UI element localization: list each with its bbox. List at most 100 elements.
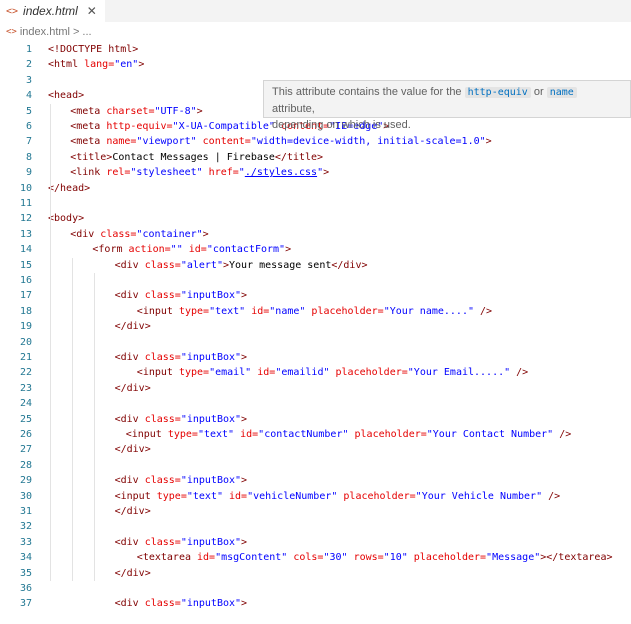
breadcrumb-more[interactable]: ...: [82, 26, 91, 38]
code-line[interactable]: 13 <div class="container">: [0, 227, 631, 242]
indent-guide: [94, 273, 95, 581]
code-line[interactable]: 14 <form action="" id="contactForm">: [0, 242, 631, 257]
tooltip-keyword: http-equiv: [464, 87, 531, 98]
code-token: placeholder=: [407, 552, 487, 564]
code-token: class=: [144, 352, 181, 363]
code-token: type=: [178, 367, 210, 379]
code-token: rows=: [347, 552, 384, 564]
code-token: "width=device-width, initial-scale=1.0": [250, 136, 486, 148]
code-token: >: [241, 352, 248, 363]
tooltip-line-1: This attribute contains the value for th…: [272, 84, 622, 117]
line-number: 24: [19, 398, 32, 410]
code-line[interactable]: 10 </head>: [0, 181, 631, 196]
line-number: 5: [25, 105, 32, 117]
code-token: class=: [100, 228, 137, 240]
tab-index-html[interactable]: <> index.html ✕: [0, 0, 105, 22]
code-token: id=: [234, 429, 259, 440]
code-token: charset=: [106, 105, 155, 117]
code-token: id=: [245, 305, 270, 317]
code-token: ./styles.css: [244, 167, 318, 179]
code-token: id=: [222, 490, 248, 502]
breadcrumb-file[interactable]: index.html: [20, 26, 70, 38]
html-file-icon: <>: [6, 5, 19, 17]
code-token: "contactNumber": [258, 429, 349, 440]
code-token: action=: [128, 244, 171, 256]
code-text: <div class="inputBox">: [115, 350, 247, 365]
code-token: "inputBox": [180, 598, 242, 610]
code-text: </div>: [115, 566, 151, 581]
line-number: 27: [19, 444, 32, 456]
code-token: <html: [48, 59, 85, 71]
code-token: type=: [167, 429, 198, 440]
code-line[interactable]: 37 <div class="inputBox">: [0, 596, 631, 611]
code-token: />: [510, 367, 529, 379]
code-token: id=: [251, 367, 276, 379]
code-token: "30": [323, 552, 348, 564]
code-token: <input: [114, 490, 157, 502]
code-text: <html lang="en">: [48, 57, 144, 72]
code-token: />: [553, 429, 572, 440]
code-token: <input: [136, 367, 179, 379]
line-number: 14: [19, 244, 32, 256]
code-text: <div class="inputBox">: [115, 535, 247, 550]
code-text: <form action="" id="contactForm">: [92, 242, 291, 257]
line-number: 2: [25, 59, 32, 71]
line-number: 25: [19, 413, 32, 425]
code-token: "Your Contact Number": [426, 429, 554, 440]
code-line[interactable]: 36: [0, 581, 631, 596]
code-token: <input: [136, 305, 179, 317]
code-token: type=: [178, 305, 210, 317]
code-token: <input: [125, 429, 168, 440]
code-token: "email": [209, 367, 252, 379]
line-number: 11: [19, 198, 32, 209]
code-text: <link rel="stylesheet" href="./styles.cs…: [70, 165, 329, 180]
code-token: <div: [114, 475, 145, 487]
line-number: 20: [19, 336, 32, 348]
code-token: </title>: [274, 151, 324, 163]
code-token: "10": [383, 552, 408, 564]
code-token: <meta: [70, 121, 107, 132]
line-number: 13: [19, 228, 32, 240]
code-token: "en": [114, 59, 139, 71]
code-token: class=: [144, 598, 181, 610]
code-line[interactable]: 1 <!DOCTYPE html>: [0, 42, 631, 57]
code-token: >: [196, 105, 203, 117]
code-text: <input type="text" id="vehicleNumber" pl…: [115, 489, 561, 504]
line-number: 15: [19, 259, 32, 271]
close-icon[interactable]: ✕: [87, 4, 97, 18]
code-token: name=: [106, 136, 137, 148]
code-line[interactable]: 2 <html lang="en">: [0, 57, 631, 72]
code-token: placeholder=: [329, 367, 408, 379]
code-token: <div: [114, 290, 145, 302]
code-line[interactable]: 9 <link rel="stylesheet" href="./styles.c…: [0, 165, 631, 180]
code-token: "text": [209, 305, 246, 317]
code-token: class=: [144, 290, 181, 302]
code-line[interactable]: 11: [0, 196, 631, 211]
code-token: >: [485, 136, 492, 148]
code-token: "inputBox": [180, 352, 242, 363]
code-line[interactable]: 15 <div class="alert">Your message sent</…: [0, 258, 631, 273]
code-line[interactable]: 8 <title>Contact Messages | Firebase</tit…: [0, 150, 631, 165]
tab-label: index.html: [23, 4, 78, 18]
code-token: Your message sent: [229, 259, 332, 271]
breadcrumb: <> index.html > ...: [0, 24, 92, 40]
code-line[interactable]: 12 <body>: [0, 211, 631, 226]
code-token: >: [241, 475, 248, 487]
code-text: </head>: [48, 181, 90, 196]
code-token: >: [285, 244, 292, 256]
tooltip-line-2: depending on which is used.: [272, 119, 411, 131]
code-text: </div>: [115, 381, 151, 396]
code-token: "container": [136, 228, 203, 240]
code-token: <meta: [70, 105, 107, 117]
code-token: "text": [186, 490, 223, 502]
code-token: http-equiv=: [106, 121, 173, 132]
code-token: </div>: [114, 506, 151, 517]
line-number: 7: [25, 136, 32, 148]
code-token: <div: [114, 536, 145, 548]
code-token: rel=: [106, 167, 131, 179]
code-token: <meta: [70, 136, 107, 148]
breadcrumb-separator: >: [72, 26, 80, 38]
code-token: <div: [70, 228, 101, 240]
code-line[interactable]: 7 <meta name="viewport" content="width=de…: [0, 134, 631, 149]
line-number: 21: [19, 352, 32, 363]
